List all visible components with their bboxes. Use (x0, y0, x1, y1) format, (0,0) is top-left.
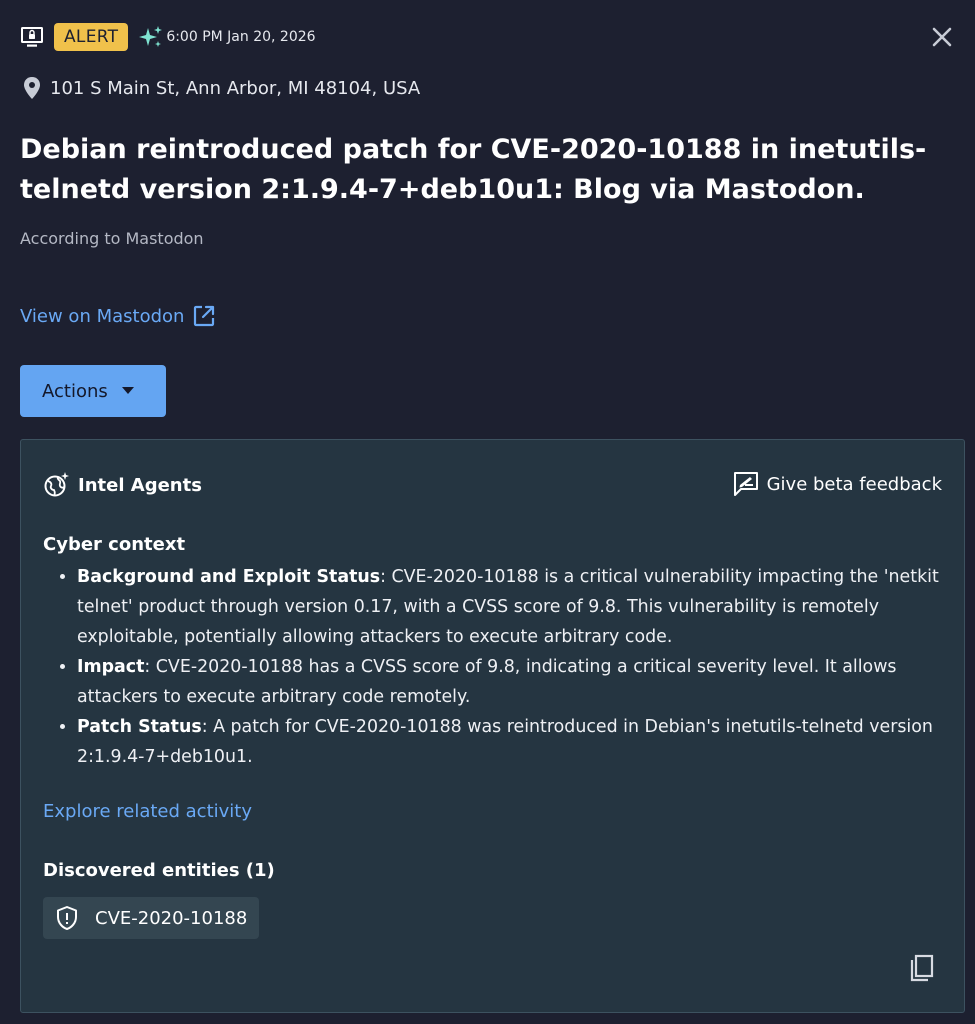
intel-panel-header: Intel Agents Give beta feedback (43, 470, 942, 500)
location-address: 101 S Main St, Ann Arbor, MI 48104, USA (50, 77, 421, 99)
copy-icon (910, 954, 934, 982)
entity-label: CVE-2020-10188 (95, 907, 248, 929)
view-on-mastodon-link[interactable]: View on Mastodon (20, 304, 216, 328)
actions-button[interactable]: Actions (20, 365, 166, 417)
alert-timestamp: 6:00 PM Jan 20, 2026 (166, 29, 316, 45)
cyber-context-list: Background and Exploit Status : CVE-2020-… (43, 562, 943, 772)
alert-badge: ALERT (54, 23, 129, 51)
globe-sparkle-icon (43, 471, 71, 499)
monitor-lock-icon (20, 25, 44, 49)
close-icon (932, 27, 952, 47)
cyber-context-heading: Cyber context (43, 534, 186, 555)
entity-chip-cve[interactable]: CVE-2020-10188 (43, 897, 260, 939)
feedback-label: Give beta feedback (766, 473, 942, 495)
list-item-label: Patch Status (77, 717, 202, 737)
alert-header: ALERT 6:00 PM Jan 20, 2026 (20, 20, 955, 54)
actions-label: Actions (42, 380, 108, 402)
feedback-icon (732, 470, 760, 498)
view-link-label: View on Mastodon (20, 305, 185, 327)
caret-down-icon (121, 387, 134, 395)
list-item-text: : A patch for CVE-2020-10188 was reintro… (77, 717, 933, 767)
explore-related-activity-link[interactable]: Explore related activity (43, 801, 252, 822)
source-note: According to Mastodon (20, 229, 204, 248)
shield-icon (55, 905, 79, 931)
pin-icon (22, 76, 42, 100)
list-item: Background and Exploit Status: CVE-2020-… (77, 562, 943, 652)
sparkle-icon (138, 24, 164, 50)
list-item: Impact: CVE-2020-10188 has a CVSS score … (77, 652, 943, 712)
alert-title: Debian reintroduced patch for CVE-2020-1… (20, 134, 927, 205)
discovered-entities-heading: Discovered entities (1) (43, 860, 275, 881)
close-button[interactable] (929, 24, 955, 50)
list-item: Patch Status: A patch for CVE-2020-10188… (77, 712, 943, 772)
intel-agents-panel: Intel Agents Give beta feedback Cyber co… (20, 439, 965, 1013)
list-item-label: Background and Exploit Status (77, 567, 381, 587)
external-link-icon (192, 304, 216, 328)
list-item-text: : CVE-2020-10188 has a CVSS score of 9.8… (77, 657, 897, 707)
intel-panel-title: Intel Agents (78, 474, 202, 496)
give-beta-feedback-button[interactable]: Give beta feedback (732, 470, 942, 498)
location-row: 101 S Main St, Ann Arbor, MI 48104, USA (22, 76, 420, 100)
list-item-label: Impact (77, 657, 145, 677)
copy-button[interactable] (908, 954, 936, 984)
alert-detail-page: ALERT 6:00 PM Jan 20, 2026 101 S Main St… (0, 0, 975, 1024)
